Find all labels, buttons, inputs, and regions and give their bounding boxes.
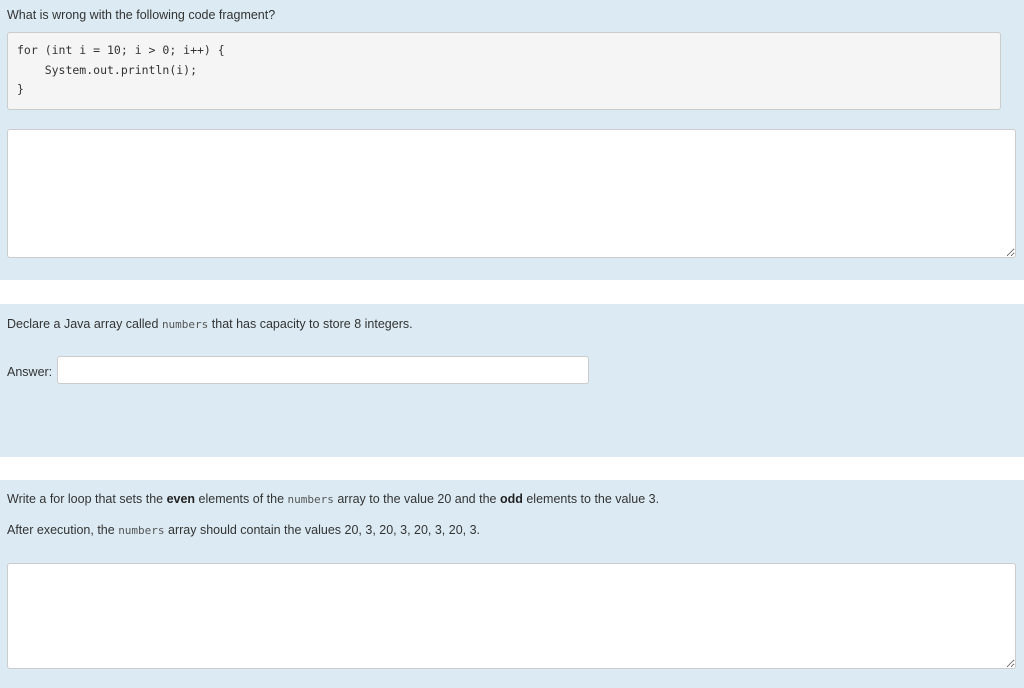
code-line: System.out.println(i); bbox=[17, 62, 198, 77]
inline-code: numbers bbox=[287, 493, 334, 506]
prompt-text: After execution, the bbox=[7, 523, 119, 537]
emphasis-odd: odd bbox=[499, 492, 523, 506]
question-3-panel: Write a for loop that sets the even elem… bbox=[0, 480, 1024, 688]
emphasis-even: even bbox=[166, 492, 196, 506]
prompt-text: Write a for loop that sets the bbox=[7, 492, 167, 506]
prompt-text: elements of the bbox=[195, 492, 288, 506]
code-line: for (int i = 10; i > 0; i++) { bbox=[17, 43, 225, 57]
prompt-text: that has capacity to store 8 integers. bbox=[208, 317, 413, 331]
answer-label: Answer: bbox=[7, 365, 53, 379]
code-line: } bbox=[17, 82, 24, 96]
prompt-text: array to the value 20 and the bbox=[333, 492, 500, 506]
prompt-text: Declare a Java array called bbox=[7, 317, 162, 331]
question-3-prompt-line-2: After execution, the numbers array shoul… bbox=[7, 523, 480, 537]
question-2-answer-input[interactable] bbox=[57, 356, 589, 384]
question-2-panel: Declare a Java array called numbers that… bbox=[0, 304, 1024, 457]
question-2-prompt: Declare a Java array called numbers that… bbox=[7, 317, 413, 331]
question-1-answer-textarea[interactable] bbox=[7, 129, 1016, 258]
question-1-prompt: What is wrong with the following code fr… bbox=[7, 8, 276, 22]
prompt-text: array should contain the values 20, 3, 2… bbox=[164, 523, 481, 537]
inline-code: numbers bbox=[118, 524, 165, 537]
prompt-text: elements to the value 3. bbox=[522, 492, 660, 506]
code-fragment: for (int i = 10; i > 0; i++) { System.ou… bbox=[7, 32, 1001, 110]
question-3-answer-textarea[interactable] bbox=[7, 563, 1016, 669]
inline-code: numbers bbox=[161, 318, 209, 331]
question-3-prompt-line-1: Write a for loop that sets the even elem… bbox=[7, 492, 659, 506]
question-1-panel: What is wrong with the following code fr… bbox=[0, 0, 1024, 280]
